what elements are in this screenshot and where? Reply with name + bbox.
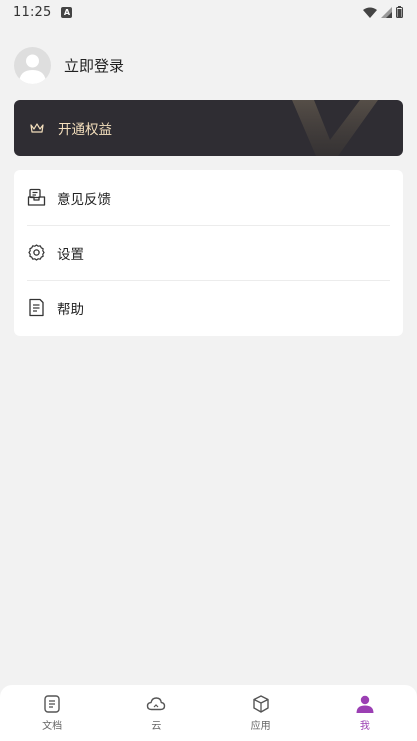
person-icon xyxy=(355,694,375,714)
battery-icon xyxy=(396,6,403,18)
crown-icon xyxy=(30,122,44,134)
cellular-signal-icon xyxy=(381,6,392,18)
tab-cloud[interactable]: 云 xyxy=(104,685,208,741)
gear-icon xyxy=(27,243,46,262)
tab-label: 应用 xyxy=(250,721,271,732)
tab-label: 我 xyxy=(359,721,370,732)
menu-card: 意见反馈 设置 帮助 xyxy=(14,170,403,336)
avatar[interactable] xyxy=(14,46,51,84)
menu-item-feedback[interactable]: 意见反馈 xyxy=(14,170,403,225)
menu-item-label: 帮助 xyxy=(57,301,84,318)
cloud-icon xyxy=(146,694,166,714)
menu-item-help[interactable]: 帮助 xyxy=(14,280,403,335)
tab-apps[interactable]: 应用 xyxy=(209,685,313,741)
notification-icon: A xyxy=(61,6,73,18)
profile-login-row[interactable]: 立即登录 xyxy=(14,46,124,84)
tab-me[interactable]: 我 xyxy=(313,685,417,741)
help-document-icon xyxy=(27,298,46,317)
status-right xyxy=(363,6,403,18)
document-icon xyxy=(42,694,62,714)
default-avatar-icon xyxy=(19,54,46,84)
tab-documents[interactable]: 文档 xyxy=(0,685,104,741)
login-label[interactable]: 立即登录 xyxy=(64,55,124,76)
status-bar: 11:25 A xyxy=(0,0,417,24)
status-left: 11:25 A xyxy=(13,4,73,20)
vip-decoration-icon xyxy=(292,100,378,156)
vip-label: 开通权益 xyxy=(58,122,112,138)
menu-item-label: 意见反馈 xyxy=(57,191,111,208)
menu-item-settings[interactable]: 设置 xyxy=(14,225,403,280)
box-icon xyxy=(251,694,271,714)
feedback-icon xyxy=(27,188,46,207)
tab-label: 文档 xyxy=(42,721,63,732)
status-time: 11:25 xyxy=(13,4,52,20)
menu-item-label: 设置 xyxy=(57,246,84,263)
wifi-icon xyxy=(363,7,377,18)
bottom-nav: 文档 云 应用 我 xyxy=(0,685,417,741)
screen: 11:25 A 立即登录 开通权益 意见反馈 设置 帮助 文档 云 应用 我 xyxy=(0,0,417,741)
vip-banner[interactable]: 开通权益 xyxy=(14,100,403,156)
tab-label: 云 xyxy=(151,721,162,732)
